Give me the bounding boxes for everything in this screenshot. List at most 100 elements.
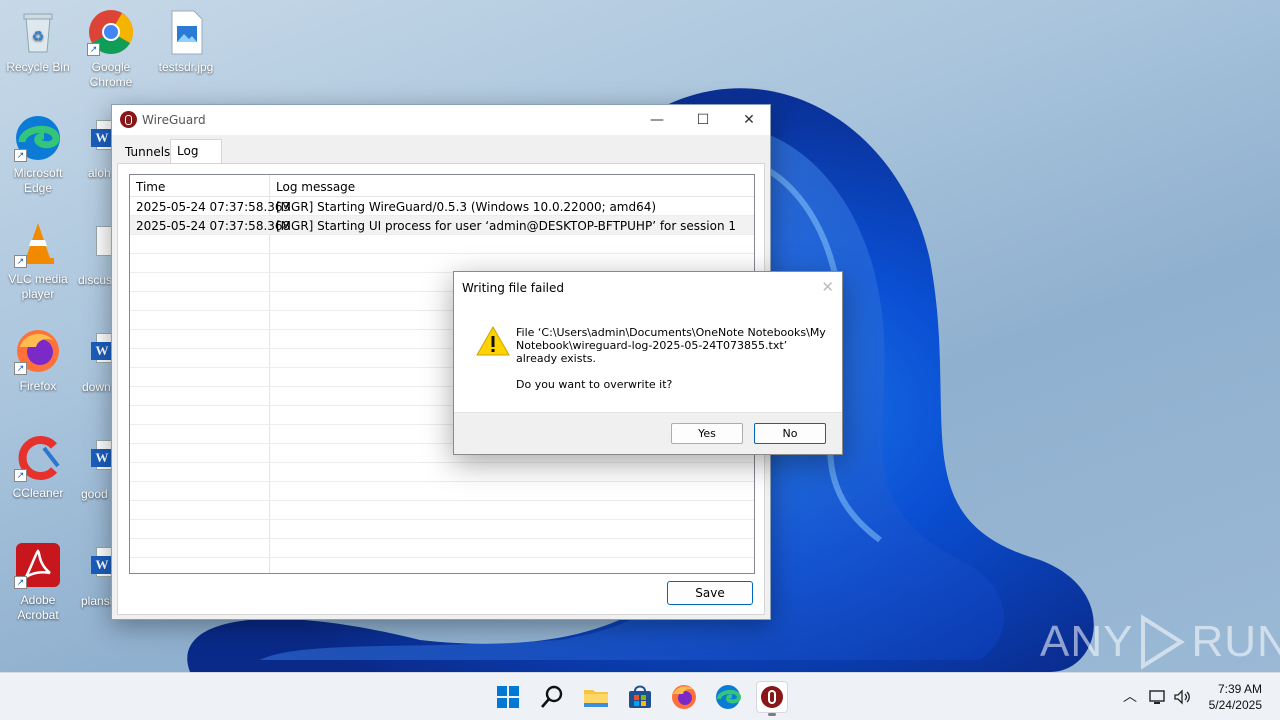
desktop-icon-label: Adobe Acrobat	[17, 593, 59, 622]
store-bag-icon	[629, 685, 651, 708]
taskbar: ︿ 7:39 AM 5/24/2025	[0, 672, 1280, 720]
system-clock[interactable]: 7:39 AM 5/24/2025	[1209, 681, 1262, 713]
desktop-icon-label-partial: discus	[78, 273, 113, 287]
show-hidden-icons-button[interactable]: ︿	[1120, 687, 1140, 707]
desktop-icon-label-partial: plansl	[81, 594, 113, 608]
writing-file-failed-dialog: Writing file failed ✕ File ‘C:\Users\adm…	[453, 271, 843, 455]
close-icon: ✕	[821, 278, 834, 296]
volume-icon	[1174, 689, 1190, 705]
desktop-icon-label: Microsoft Edge	[13, 166, 63, 195]
empty-row	[130, 520, 754, 539]
desktop-icon-label-partial: down	[82, 380, 111, 394]
edge-icon	[716, 685, 742, 709]
firefox-taskbar-button[interactable]	[668, 681, 700, 713]
yes-button[interactable]: Yes	[671, 423, 743, 444]
search-icon	[541, 685, 563, 708]
empty-row	[130, 558, 754, 573]
desktop-icon-label: Google Chrome	[89, 60, 133, 89]
start-button[interactable]	[492, 681, 524, 713]
log-time: 2025-05-24 07:37:58.363	[136, 200, 291, 214]
desktop-icon-label-partial: good	[81, 487, 108, 501]
svg-text:♻: ♻	[32, 28, 45, 44]
warning-icon	[476, 325, 510, 356]
log-time: 2025-05-24 07:37:58.368	[136, 219, 291, 233]
column-header-log-message[interactable]: Log message	[276, 180, 355, 194]
tab-log[interactable]: Log	[170, 139, 222, 163]
clock-time: 7:39 AM	[1217, 682, 1262, 696]
image-file-icon	[162, 8, 210, 56]
desktop-icon-label: CCleaner	[12, 486, 64, 500]
empty-row	[130, 539, 754, 558]
ccleaner-icon: ↗	[14, 434, 62, 482]
shortcut-arrow-icon: ↗	[14, 469, 27, 482]
edge-taskbar-button[interactable]	[712, 681, 744, 713]
close-button[interactable]: ✕	[726, 105, 772, 135]
store-button[interactable]	[624, 681, 656, 713]
windows-logo-icon	[497, 686, 519, 708]
wireguard-logo-icon	[761, 686, 783, 708]
desktop-icon-vlc[interactable]: ↗ VLC media player	[0, 220, 76, 302]
close-icon: ✕	[743, 112, 755, 128]
dialog-close-button[interactable]: ✕	[821, 278, 834, 296]
edge-icon: ↗	[14, 114, 62, 162]
chrome-icon: ↗	[87, 8, 135, 56]
empty-row	[130, 482, 754, 501]
shortcut-arrow-icon: ↗	[14, 576, 27, 589]
desktop-icon-ccleaner[interactable]: ↗ CCleaner	[0, 434, 76, 501]
maximize-icon: ☐	[696, 112, 710, 128]
desktop-icon-google-chrome[interactable]: ↗ Google Chrome	[73, 8, 149, 90]
desktop-icon-testsdr[interactable]: testsdr.jpg	[148, 8, 224, 75]
wireguard-taskbar-button[interactable]	[756, 681, 788, 716]
maximize-button[interactable]: ☐	[680, 105, 726, 135]
empty-row	[130, 501, 754, 520]
empty-row	[130, 463, 754, 482]
title-bar[interactable]: WireGuard — ☐ ✕	[112, 105, 770, 135]
log-table-header: Time Log message	[130, 175, 754, 197]
table-row[interactable]: 2025-05-24 07:37:58.368 [MGR] Starting U…	[130, 216, 754, 235]
desktop-icon-label: Firefox	[19, 379, 57, 393]
shortcut-arrow-icon: ↗	[14, 362, 27, 375]
desktop-icon-label-partial: aloh	[88, 166, 111, 180]
shortcut-arrow-icon: ↗	[14, 149, 27, 162]
clock-date: 5/24/2025	[1208, 698, 1262, 712]
file-explorer-button[interactable]	[580, 681, 612, 713]
desktop-icon-label: testsdr.jpg	[158, 60, 214, 74]
network-icon	[1149, 690, 1165, 704]
firefox-icon	[672, 685, 696, 709]
dialog-button-bar: Yes No	[454, 412, 842, 454]
dialog-title: Writing file failed	[462, 281, 565, 295]
minimize-button[interactable]: —	[634, 105, 680, 135]
minimize-icon: —	[650, 112, 664, 128]
log-message: [MGR] Starting UI process for user ‘admi…	[276, 219, 737, 233]
shortcut-arrow-icon: ↗	[87, 43, 100, 56]
network-tray-button[interactable]	[1148, 687, 1168, 707]
volume-tray-button[interactable]	[1172, 687, 1192, 707]
log-message: [MGR] Starting WireGuard/0.5.3 (Windows …	[276, 200, 657, 214]
dialog-message: File ‘C:\Users\admin\Documents\OneNote N…	[516, 326, 826, 365]
recycle-bin-icon: ♻	[14, 8, 62, 56]
window-title: WireGuard	[142, 113, 206, 127]
play-icon	[1141, 614, 1186, 670]
firefox-icon: ↗	[14, 327, 62, 375]
no-button[interactable]: No	[754, 423, 826, 444]
dialog-question: Do you want to overwrite it?	[516, 378, 673, 391]
desktop-icon-recycle-bin[interactable]: ♻ Recycle Bin	[0, 8, 76, 75]
table-row[interactable]: 2025-05-24 07:37:58.363 [MGR] Starting W…	[130, 197, 754, 216]
anyrun-watermark: ANY RUN	[1040, 612, 1280, 672]
desktop-icon-firefox[interactable]: ↗ Firefox	[0, 327, 76, 394]
acrobat-icon: ↗	[14, 541, 62, 589]
column-header-time[interactable]: Time	[136, 180, 165, 194]
watermark-text-left: ANY	[1040, 617, 1134, 666]
chevron-up-icon: ︿	[1123, 689, 1137, 705]
desktop-icon-microsoft-edge[interactable]: ↗ Microsoft Edge	[0, 114, 76, 196]
empty-row	[130, 235, 754, 254]
desktop-icon-adobe-acrobat[interactable]: ↗ Adobe Acrobat	[0, 541, 76, 623]
folder-icon	[584, 690, 608, 707]
wireguard-logo-icon	[120, 111, 137, 128]
search-button[interactable]	[536, 681, 568, 713]
save-button[interactable]: Save	[667, 581, 753, 605]
shortcut-arrow-icon: ↗	[14, 255, 27, 268]
watermark-text-right: RUN	[1191, 617, 1280, 666]
vlc-cone-icon: ↗	[14, 220, 62, 268]
tab-tunnels[interactable]: Tunnels	[119, 141, 176, 163]
